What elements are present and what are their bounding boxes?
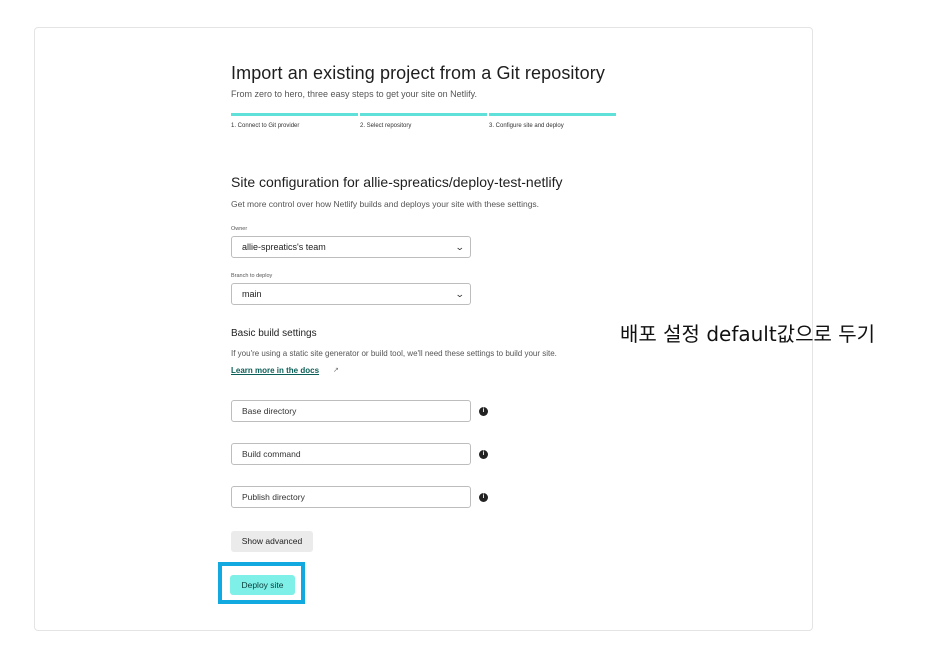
show-advanced-button[interactable]: Show advanced (231, 531, 313, 552)
step-2-progress (360, 113, 487, 116)
owner-value: allie-spreatics's team (242, 242, 326, 252)
chevron-down-icon: ⌄ (455, 289, 466, 299)
learn-more-link[interactable]: Learn more in the docs (231, 366, 319, 375)
step-2-label[interactable]: 2. Select repository (360, 123, 411, 129)
base-directory-input[interactable]: Base directory (231, 400, 471, 422)
branch-label: Branch to deploy (231, 273, 273, 279)
step-3-label: 3. Configure site and deploy (489, 123, 564, 129)
build-command-input[interactable]: Build command (231, 443, 471, 465)
owner-select[interactable]: allie-spreatics's team ⌄ (231, 236, 471, 258)
page-subtitle: From zero to hero, three easy steps to g… (231, 89, 477, 99)
site-config-title: Site configuration for allie-spreatics/d… (231, 174, 563, 190)
external-link-icon: ↗ (333, 367, 339, 374)
branch-select[interactable]: main ⌄ (231, 283, 471, 305)
deploy-site-button[interactable]: Deploy site (230, 575, 295, 595)
step-1-label[interactable]: 1. Connect to Git provider (231, 123, 299, 129)
annotation-note: 배포 설정 default값으로 두기 (620, 322, 876, 346)
basic-build-title: Basic build settings (231, 328, 317, 339)
site-config-subtitle: Get more control over how Netlify builds… (231, 199, 540, 209)
page-title: Import an existing project from a Git re… (231, 63, 605, 83)
step-3-progress (489, 113, 616, 116)
info-icon[interactable]: i (479, 493, 488, 502)
chevron-down-icon: ⌄ (455, 242, 466, 252)
basic-build-subtitle: If you're using a static site generator … (231, 349, 557, 358)
owner-label: Owner (231, 226, 248, 232)
publish-directory-input[interactable]: Publish directory (231, 486, 471, 508)
step-1-progress (231, 113, 358, 116)
branch-value: main (242, 289, 262, 299)
info-icon[interactable]: i (479, 450, 488, 459)
info-icon[interactable]: i (479, 407, 488, 416)
